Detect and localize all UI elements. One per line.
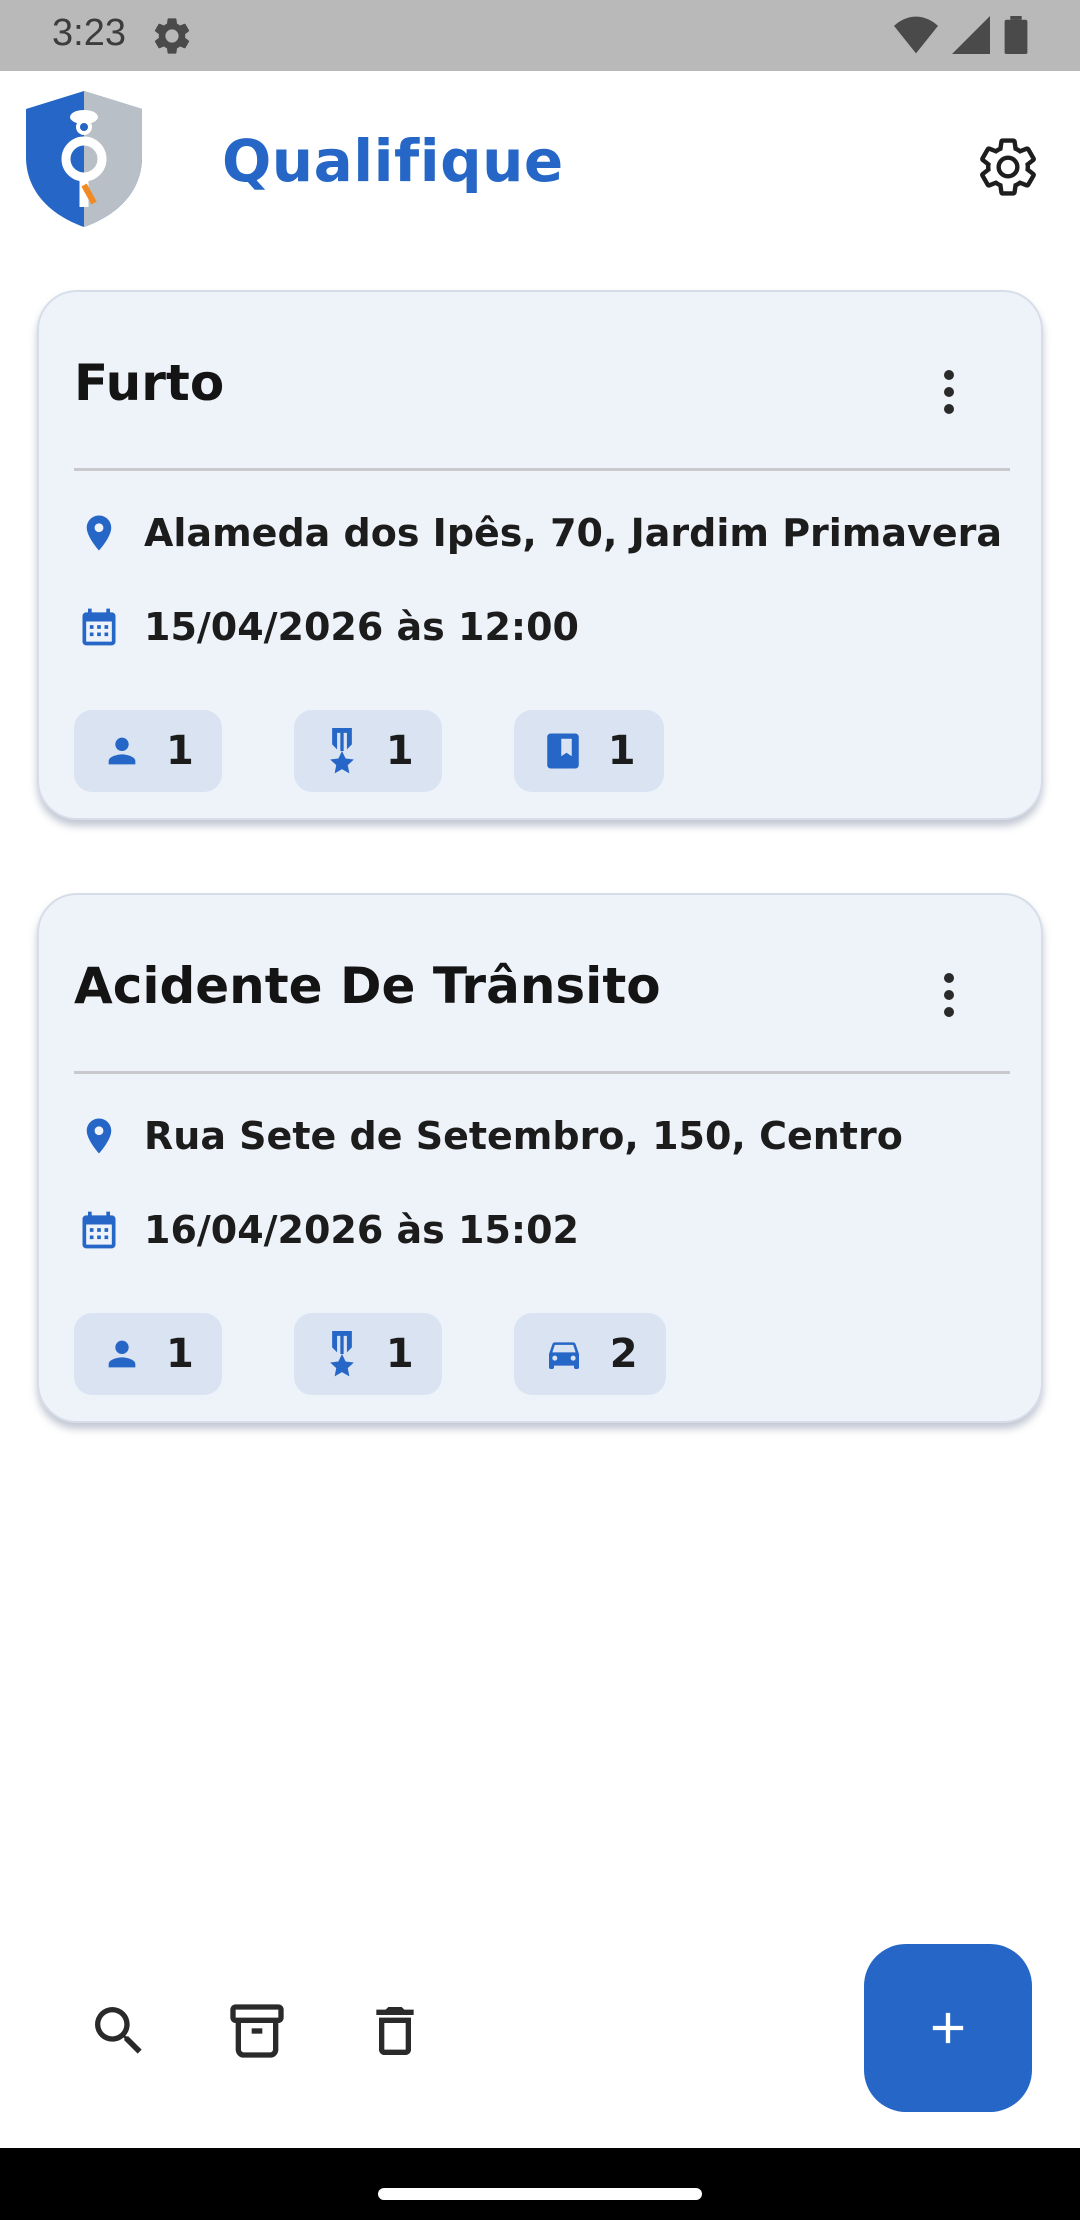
medal-icon <box>330 1331 354 1377</box>
chip-count: 1 <box>166 1331 194 1377</box>
app-bar: Qualifique <box>0 71 1080 251</box>
home-gesture-handle[interactable] <box>378 2188 702 2200</box>
status-bar: 3:23 <box>0 0 1080 71</box>
search-button[interactable] <box>84 1996 154 2066</box>
location-pin-icon <box>74 1111 124 1161</box>
chip-count: 1 <box>166 728 194 774</box>
dot <box>944 990 954 1000</box>
card-address: Alameda dos Ipês, 70, Jardim Primavera <box>144 511 1002 555</box>
chip-count: 1 <box>607 728 636 774</box>
card-datetime: 16/04/2026 às 15:02 <box>144 1208 579 1252</box>
search-icon <box>95 2007 142 2054</box>
person-icon <box>108 1340 136 1368</box>
card-address-row: Alameda dos Ipês, 70, Jardim Primavera <box>74 508 1002 558</box>
card-divider <box>74 1071 1010 1074</box>
chip-count: 1 <box>385 728 414 774</box>
trash-button[interactable] <box>360 1996 430 2066</box>
card-chips: 1 1 1 <box>74 710 664 792</box>
person-icon <box>108 737 136 765</box>
dot <box>944 404 954 414</box>
chip-count: 2 <box>609 1331 638 1377</box>
card-address-row: Rua Sete de Setembro, 150, Centro <box>74 1111 903 1161</box>
plus-icon <box>932 2012 964 2044</box>
settings-button[interactable] <box>970 129 1046 205</box>
occurrence-card[interactable]: Acidente De Trânsito Rua Sete de Setembr… <box>37 893 1043 1423</box>
battery-icon <box>1004 16 1028 54</box>
chip-vehicles: 2 <box>513 1313 666 1395</box>
chip-people: 1 <box>74 710 222 792</box>
status-gear-icon <box>150 14 194 58</box>
dot <box>944 370 954 380</box>
card-date-row: 15/04/2026 às 12:00 <box>74 602 579 652</box>
occurrence-card[interactable]: Furto Alameda dos Ipês, 70, Jardim Prima… <box>37 290 1043 820</box>
card-title: Furto <box>74 354 225 412</box>
chip-count: 1 <box>385 1331 414 1377</box>
card-date-row: 16/04/2026 às 15:02 <box>74 1205 579 1255</box>
trash-icon <box>376 2007 414 2055</box>
archive-button[interactable] <box>222 1996 292 2066</box>
archive-icon <box>230 2004 284 2058</box>
dot <box>944 387 954 397</box>
card-chips: 1 1 2 <box>74 1313 666 1395</box>
status-indicators <box>894 16 1028 54</box>
card-address: Rua Sete de Setembro, 150, Centro <box>144 1114 903 1158</box>
card-title: Acidente De Trânsito <box>74 957 661 1015</box>
card-menu-button[interactable] <box>919 352 979 432</box>
chip-medals: 1 <box>293 1313 442 1395</box>
card-divider <box>74 468 1010 471</box>
chip-medals: 1 <box>293 710 442 792</box>
location-pin-icon <box>74 508 124 558</box>
chip-people: 1 <box>74 1313 222 1395</box>
car-icon <box>548 1342 579 1369</box>
bottom-bar <box>0 1936 1080 2116</box>
app-logo <box>22 87 146 229</box>
add-occurrence-button[interactable] <box>864 1944 1032 2112</box>
card-datetime: 15/04/2026 às 12:00 <box>144 605 579 649</box>
gear-icon <box>980 138 1036 196</box>
bookmark-box-icon <box>546 733 579 769</box>
chip-objects: 1 <box>513 710 664 792</box>
app-title: Qualifique <box>222 127 564 195</box>
dot <box>944 1007 954 1017</box>
card-menu-button[interactable] <box>919 955 979 1035</box>
signal-icon <box>952 16 990 54</box>
medal-icon <box>330 728 354 774</box>
system-nav-bar <box>0 2148 1080 2220</box>
status-time: 3:23 <box>52 12 126 54</box>
dot <box>944 973 954 983</box>
calendar-icon <box>74 602 124 652</box>
calendar-icon <box>74 1205 124 1255</box>
wifi-icon <box>894 16 938 54</box>
